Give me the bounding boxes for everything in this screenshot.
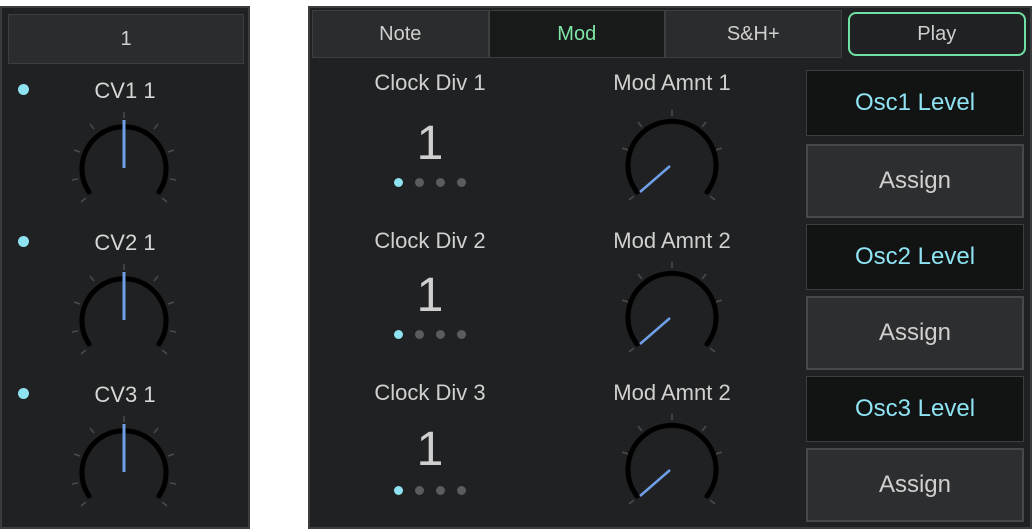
- tab-bar: Note Mod S&H+ Play: [312, 10, 1028, 58]
- dot: [394, 330, 403, 339]
- assign-1-button[interactable]: Assign: [806, 144, 1024, 218]
- dot: [394, 486, 403, 495]
- cv3-group: CV3 1: [2, 376, 248, 528]
- clock-div-1-label: Clock Div 1: [374, 70, 486, 95]
- mod-amnt-3-knob[interactable]: [612, 412, 732, 512]
- osc1-level-target[interactable]: Osc1 Level: [806, 70, 1024, 136]
- cv1-knob[interactable]: [64, 110, 184, 206]
- clock-div-2-label: Clock Div 2: [374, 228, 486, 253]
- tab-play[interactable]: Play: [847, 12, 1026, 56]
- cv-panel-header[interactable]: 1: [8, 14, 244, 64]
- osc3-level-target[interactable]: Osc3 Level: [806, 376, 1024, 442]
- dot: [415, 486, 424, 495]
- mod-amnt-1-knob[interactable]: [612, 108, 732, 208]
- assign-3-button[interactable]: Assign: [806, 448, 1024, 522]
- dot: [457, 330, 466, 339]
- dot: [394, 178, 403, 187]
- mod-amnt-1-label: Mod Amnt 1: [613, 70, 731, 95]
- tab-mod[interactable]: Mod: [488, 10, 665, 58]
- dot: [436, 330, 445, 339]
- cv3-label: CV3 1: [94, 382, 156, 407]
- dot: [436, 178, 445, 187]
- osc2-level-target[interactable]: Osc2 Level: [806, 224, 1024, 290]
- dot: [457, 486, 466, 495]
- clock-div-3-label: Clock Div 3: [374, 380, 486, 405]
- dot: [457, 178, 466, 187]
- cv2-knob[interactable]: [64, 262, 184, 358]
- cv2-group: CV2 1: [2, 224, 248, 376]
- mod-amnt-3-label: Mod Amnt 2: [613, 380, 731, 405]
- mod-panel: Note Mod S&H+ Play Clock Div 1 1 Mod Amn…: [308, 6, 1032, 529]
- cv1-group: CV1 1: [2, 72, 248, 224]
- clock-div-3-dots[interactable]: [394, 486, 466, 495]
- mod-amnt-2-knob[interactable]: [612, 260, 732, 360]
- dot: [415, 178, 424, 187]
- clock-div-2-value[interactable]: 1: [390, 268, 470, 323]
- mod-amnt-2-label: Mod Amnt 2: [613, 228, 731, 253]
- assign-2-button[interactable]: Assign: [806, 296, 1024, 370]
- clock-div-3-value[interactable]: 1: [390, 422, 470, 477]
- dot: [415, 330, 424, 339]
- cv3-knob[interactable]: [64, 414, 184, 510]
- tab-sh-plus[interactable]: S&H+: [665, 10, 842, 58]
- clock-div-1-dots[interactable]: [394, 178, 466, 187]
- dot: [436, 486, 445, 495]
- cv-panel: 1 CV1 1 CV2 1 CV3 1: [0, 6, 250, 529]
- cv2-label: CV2 1: [94, 230, 156, 255]
- tab-note[interactable]: Note: [312, 10, 489, 58]
- clock-div-1-value[interactable]: 1: [390, 116, 470, 171]
- clock-div-2-dots[interactable]: [394, 330, 466, 339]
- cv1-label: CV1 1: [94, 78, 156, 103]
